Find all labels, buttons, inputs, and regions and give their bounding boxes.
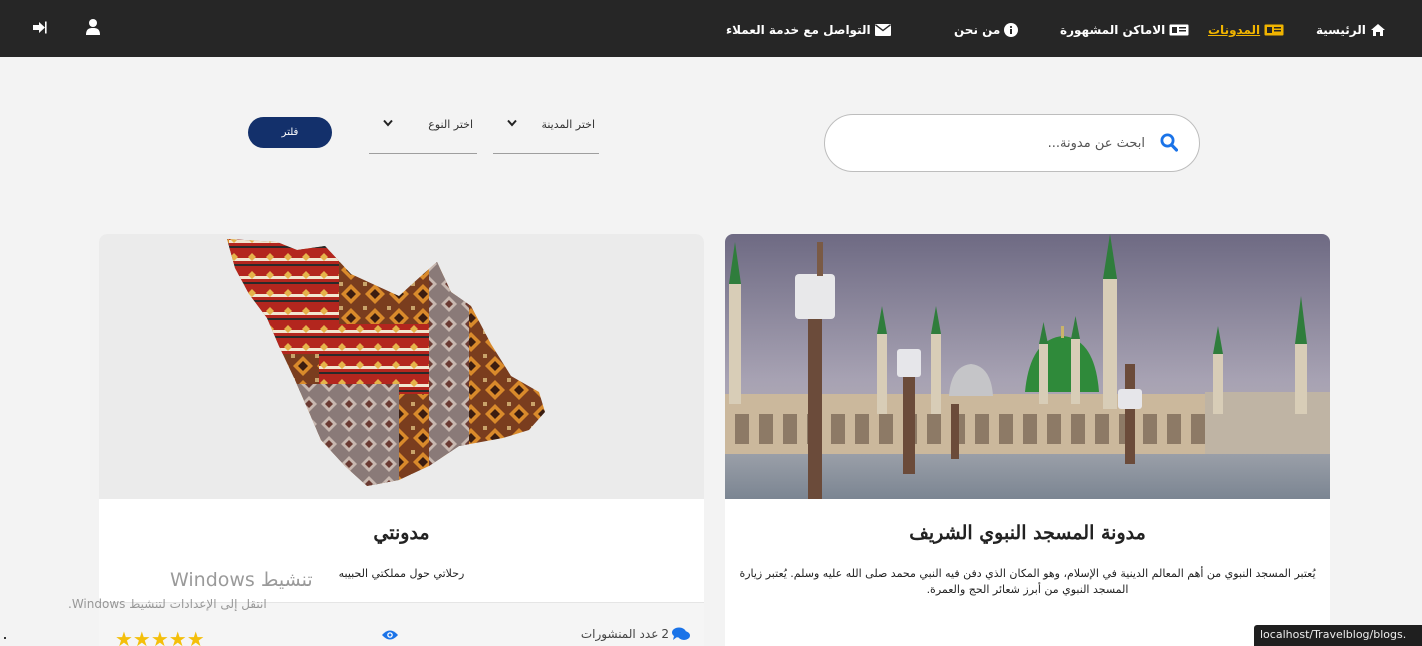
- nav-contact[interactable]: التواصل مع خدمة العملاء: [726, 20, 891, 40]
- filter-button[interactable]: فلتر: [248, 117, 332, 148]
- posts-count: 2 عدد المنشورات: [581, 627, 690, 641]
- nav-places[interactable]: الاماكن المشهورة: [1060, 20, 1189, 40]
- top-navbar: الرئيسية المدونات الاماكن المشهورة من نح…: [0, 0, 1422, 57]
- user-icon[interactable]: [86, 19, 100, 35]
- nav-about-label: من نحن: [954, 23, 1001, 37]
- city-select-label: اختر المدينة: [541, 118, 595, 131]
- nav-blogs[interactable]: المدونات: [1208, 20, 1284, 40]
- search-icon[interactable]: [1160, 133, 1178, 152]
- nav-home[interactable]: الرئيسية: [1316, 20, 1386, 40]
- logout-icon[interactable]: [33, 21, 47, 34]
- rating-stars: ★★★★★: [115, 627, 205, 646]
- saudi-map-pattern-image: [99, 234, 704, 499]
- windows-activation-hint: انتقل إلى الإعدادات لتنشيط Windows.: [68, 597, 267, 611]
- blog-card-mosque[interactable]: مدونة المسجد النبوي الشريف يُعتبر المسجد…: [725, 234, 1330, 646]
- info-icon: [1004, 23, 1019, 37]
- envelope-icon: [874, 24, 891, 36]
- card-title[interactable]: مدونة المسجد النبوي الشريف: [725, 522, 1330, 544]
- places-icon: [1169, 24, 1189, 36]
- windows-activation-title: تنشيط Windows: [170, 569, 313, 591]
- home-icon: [1370, 24, 1385, 36]
- card-title[interactable]: مدونتي: [99, 522, 704, 544]
- page-dot: [4, 637, 6, 639]
- type-select[interactable]: اختر النوع: [369, 108, 477, 154]
- posts-count-label: عدد المنشورات: [580, 627, 659, 641]
- nav-places-label: الاماكن المشهورة: [1060, 23, 1166, 37]
- comments-icon: [672, 627, 690, 640]
- search-box: [824, 114, 1200, 172]
- status-bar-url: localhost/Travelblog/blogs.: [1254, 625, 1422, 646]
- search-input[interactable]: [855, 129, 1145, 157]
- nav-home-label: الرئيسية: [1316, 23, 1366, 37]
- chevron-down-icon: [383, 119, 393, 127]
- eye-icon[interactable]: [382, 629, 398, 641]
- type-select-label: اختر النوع: [428, 118, 473, 131]
- nav-contact-label: التواصل مع خدمة العملاء: [726, 23, 871, 37]
- mosque-photo: [725, 234, 1330, 499]
- nav-blogs-label: المدونات: [1208, 23, 1261, 37]
- blog-icon: [1264, 24, 1284, 36]
- chevron-down-icon: [507, 119, 517, 127]
- city-select[interactable]: اختر المدينة: [493, 108, 599, 154]
- posts-count-value: 2: [661, 627, 669, 641]
- card-description: يُعتبر المسجد النبوي من أهم المعالم الدي…: [739, 567, 1316, 596]
- nav-about[interactable]: من نحن: [954, 20, 1019, 40]
